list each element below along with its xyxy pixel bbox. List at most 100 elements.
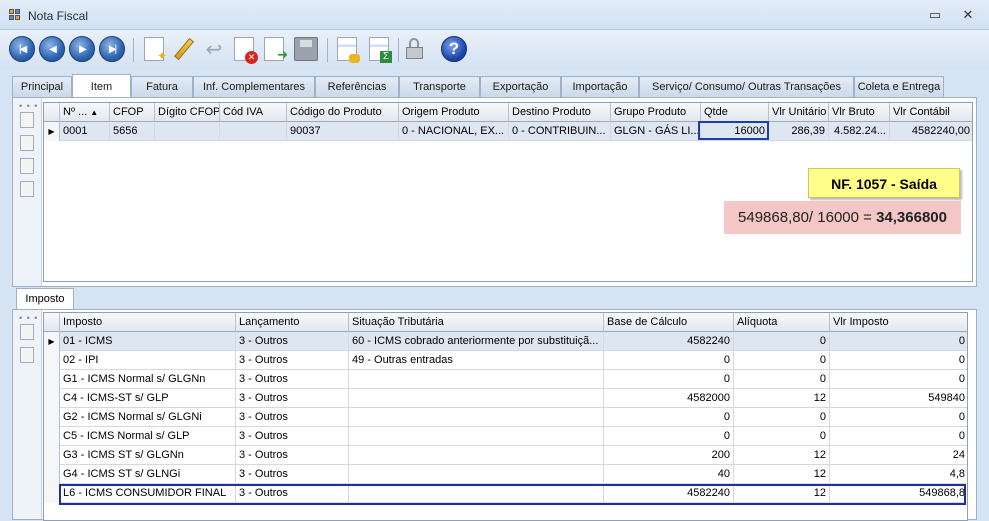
cell-vlr-imposto[interactable]: 24	[830, 446, 967, 465]
col-codigo-produto[interactable]: Código do Produto	[287, 103, 399, 122]
cell-imposto[interactable]: C4 - ICMS-ST s/ GLP	[60, 389, 236, 408]
table-row[interactable]: C4 - ICMS-ST s/ GLP 3 - Outros 4582000 12 54…	[44, 389, 967, 408]
report-button[interactable]	[333, 35, 361, 63]
first-record-button[interactable]: |◀	[8, 35, 36, 63]
side-new-icon[interactable]	[20, 112, 34, 128]
cell-base-calculo[interactable]: 0	[604, 408, 734, 427]
cell-lancamento[interactable]: 3 - Outros	[236, 389, 349, 408]
cell-situacao[interactable]: 60 - ICMS cobrado anteriormente por subs…	[349, 332, 604, 351]
cell-vlr-imposto[interactable]: 0	[830, 351, 967, 370]
cell-base-calculo[interactable]: 40	[604, 465, 734, 484]
tab-item[interactable]: Item	[72, 74, 131, 98]
cell-destino-produto[interactable]: 0 - CONTRIBUIN...	[509, 122, 611, 141]
cell-codigo-produto[interactable]: 90037	[287, 122, 399, 141]
tab-fatura[interactable]: Fatura	[131, 76, 193, 98]
col-vlr-contabil[interactable]: Vlr Contábil	[890, 103, 972, 122]
col-vlr-unitario[interactable]: Vlr Unitário	[769, 103, 829, 122]
cell-situacao[interactable]	[349, 370, 604, 389]
cell-vlr-imposto[interactable]: 0	[830, 427, 967, 446]
table-row[interactable]: ▶ 01 - ICMS 3 - Outros 60 - ICMS cobrado an…	[44, 332, 967, 351]
cell-lancamento[interactable]: 3 - Outros	[236, 465, 349, 484]
col-origem-produto[interactable]: Origem Produto	[399, 103, 509, 122]
col-vlr-imposto[interactable]: Vlr Imposto	[830, 313, 967, 332]
lock-button[interactable]	[402, 35, 430, 63]
cell-vlr-imposto[interactable]: 4,8	[830, 465, 967, 484]
cell-base-calculo[interactable]: 4582000	[604, 389, 734, 408]
cell-situacao[interactable]	[349, 408, 604, 427]
cell-aliquota[interactable]: 12	[734, 465, 830, 484]
cell-situacao[interactable]	[349, 427, 604, 446]
table-row[interactable]: G2 - ICMS Normal s/ GLGNi 3 - Outros 0 0 0	[44, 408, 967, 427]
col-vlr-bruto[interactable]: Vlr Bruto	[829, 103, 890, 122]
col-cod-iva[interactable]: Cód IVA	[220, 103, 287, 122]
cell-aliquota[interactable]: 0	[734, 332, 830, 351]
cell-aliquota[interactable]: 0	[734, 370, 830, 389]
edit-button[interactable]	[170, 35, 198, 63]
cell-imposto[interactable]: G1 - ICMS Normal s/ GLGNn	[60, 370, 236, 389]
undo-button[interactable]: ↩	[200, 35, 228, 63]
cell-lancamento[interactable]: 3 - Outros	[236, 351, 349, 370]
cell-base-calculo[interactable]: 0	[604, 427, 734, 446]
tab-principal[interactable]: Principal	[12, 76, 72, 98]
cell-vlr-imposto[interactable]: 0	[830, 370, 967, 389]
col-numero[interactable]: Nº ... ▲	[60, 103, 110, 122]
close-button[interactable]: ✕	[959, 7, 977, 23]
tab-exportacao[interactable]: Exportação	[480, 76, 561, 98]
table-row[interactable]: ▶ 0001 5656 90037 0 - NACIONAL, EX... 0 …	[44, 122, 972, 141]
col-destino-produto[interactable]: Destino Produto	[509, 103, 611, 122]
col-grupo-produto[interactable]: Grupo Produto	[611, 103, 701, 122]
side-add-icon[interactable]	[20, 135, 34, 151]
cell-base-calculo[interactable]: 4582240	[604, 332, 734, 351]
table-row[interactable]: C5 - ICMS Normal s/ GLP 3 - Outros 0 0 0	[44, 427, 967, 446]
prev-record-button[interactable]: ◀	[38, 35, 66, 63]
tab-importacao[interactable]: Importação	[561, 76, 639, 98]
cell-lancamento[interactable]: 3 - Outros	[236, 332, 349, 351]
cell-cfop[interactable]: 5656	[110, 122, 155, 141]
tab-referencias[interactable]: Referências	[315, 76, 399, 98]
tab-imposto[interactable]: Imposto	[16, 288, 74, 310]
next-record-button[interactable]: ▶	[68, 35, 96, 63]
cell-imposto[interactable]: 02 - IPI	[60, 351, 236, 370]
cell-aliquota[interactable]: 0	[734, 351, 830, 370]
table-row[interactable]: G3 - ICMS ST s/ GLGNn 3 - Outros 200 12 24	[44, 446, 967, 465]
side-delete-icon[interactable]	[20, 181, 34, 197]
confirm-button[interactable]: ➜	[260, 35, 288, 63]
cell-vlr-bruto[interactable]: 4.582.24...	[829, 122, 890, 141]
cell-aliquota[interactable]: 0	[734, 427, 830, 446]
tab-transporte[interactable]: Transporte	[399, 76, 480, 98]
tab-inf-complementares[interactable]: Inf. Complementares	[193, 76, 315, 98]
col-aliquota[interactable]: Alíquota	[734, 313, 830, 332]
cell-situacao[interactable]	[349, 446, 604, 465]
side-delete-tax-icon[interactable]	[20, 347, 34, 363]
cell-grupo-produto[interactable]: GLGN - GÁS LI...	[611, 122, 701, 141]
cell-situacao[interactable]	[349, 465, 604, 484]
cell-base-calculo[interactable]: 0	[604, 370, 734, 389]
cell-imposto[interactable]: G3 - ICMS ST s/ GLGNn	[60, 446, 236, 465]
cell-digito-cfop[interactable]	[155, 122, 220, 141]
calculate-button[interactable]: Σ	[365, 35, 393, 63]
save-button[interactable]	[292, 35, 320, 63]
cell-aliquota[interactable]: 12	[734, 389, 830, 408]
col-digito-cfop[interactable]: Dígito CFOP	[155, 103, 220, 122]
side-add-tax-icon[interactable]	[20, 324, 34, 340]
cell-lancamento[interactable]: 3 - Outros	[236, 446, 349, 465]
cell-lancamento[interactable]: 3 - Outros	[236, 408, 349, 427]
cell-vlr-unitario[interactable]: 286,39	[769, 122, 829, 141]
cell-lancamento[interactable]: 3 - Outros	[236, 427, 349, 446]
cell-imposto[interactable]: 01 - ICMS	[60, 332, 236, 351]
cell-vlr-imposto[interactable]: 0	[830, 332, 967, 351]
cell-vlr-imposto[interactable]: 0	[830, 408, 967, 427]
cell-lancamento[interactable]: 3 - Outros	[236, 370, 349, 389]
help-button[interactable]: ?	[440, 35, 468, 63]
cell-base-calculo[interactable]: 0	[604, 351, 734, 370]
cell-imposto[interactable]: G2 - ICMS Normal s/ GLGNi	[60, 408, 236, 427]
table-row[interactable]: G1 - ICMS Normal s/ GLGNn 3 - Outros 0 0 0	[44, 370, 967, 389]
cell-situacao[interactable]: 49 - Outras entradas	[349, 351, 604, 370]
cell-vlr-contabil[interactable]: 4582240,00	[890, 122, 972, 141]
cell-base-calculo[interactable]: 200	[604, 446, 734, 465]
last-record-button[interactable]: ▶|	[98, 35, 126, 63]
side-edit-icon[interactable]	[20, 158, 34, 174]
col-qtde[interactable]: Qtde	[701, 103, 769, 122]
cell-aliquota[interactable]: 0	[734, 408, 830, 427]
col-situacao-tributaria[interactable]: Situação Tributária	[349, 313, 604, 332]
